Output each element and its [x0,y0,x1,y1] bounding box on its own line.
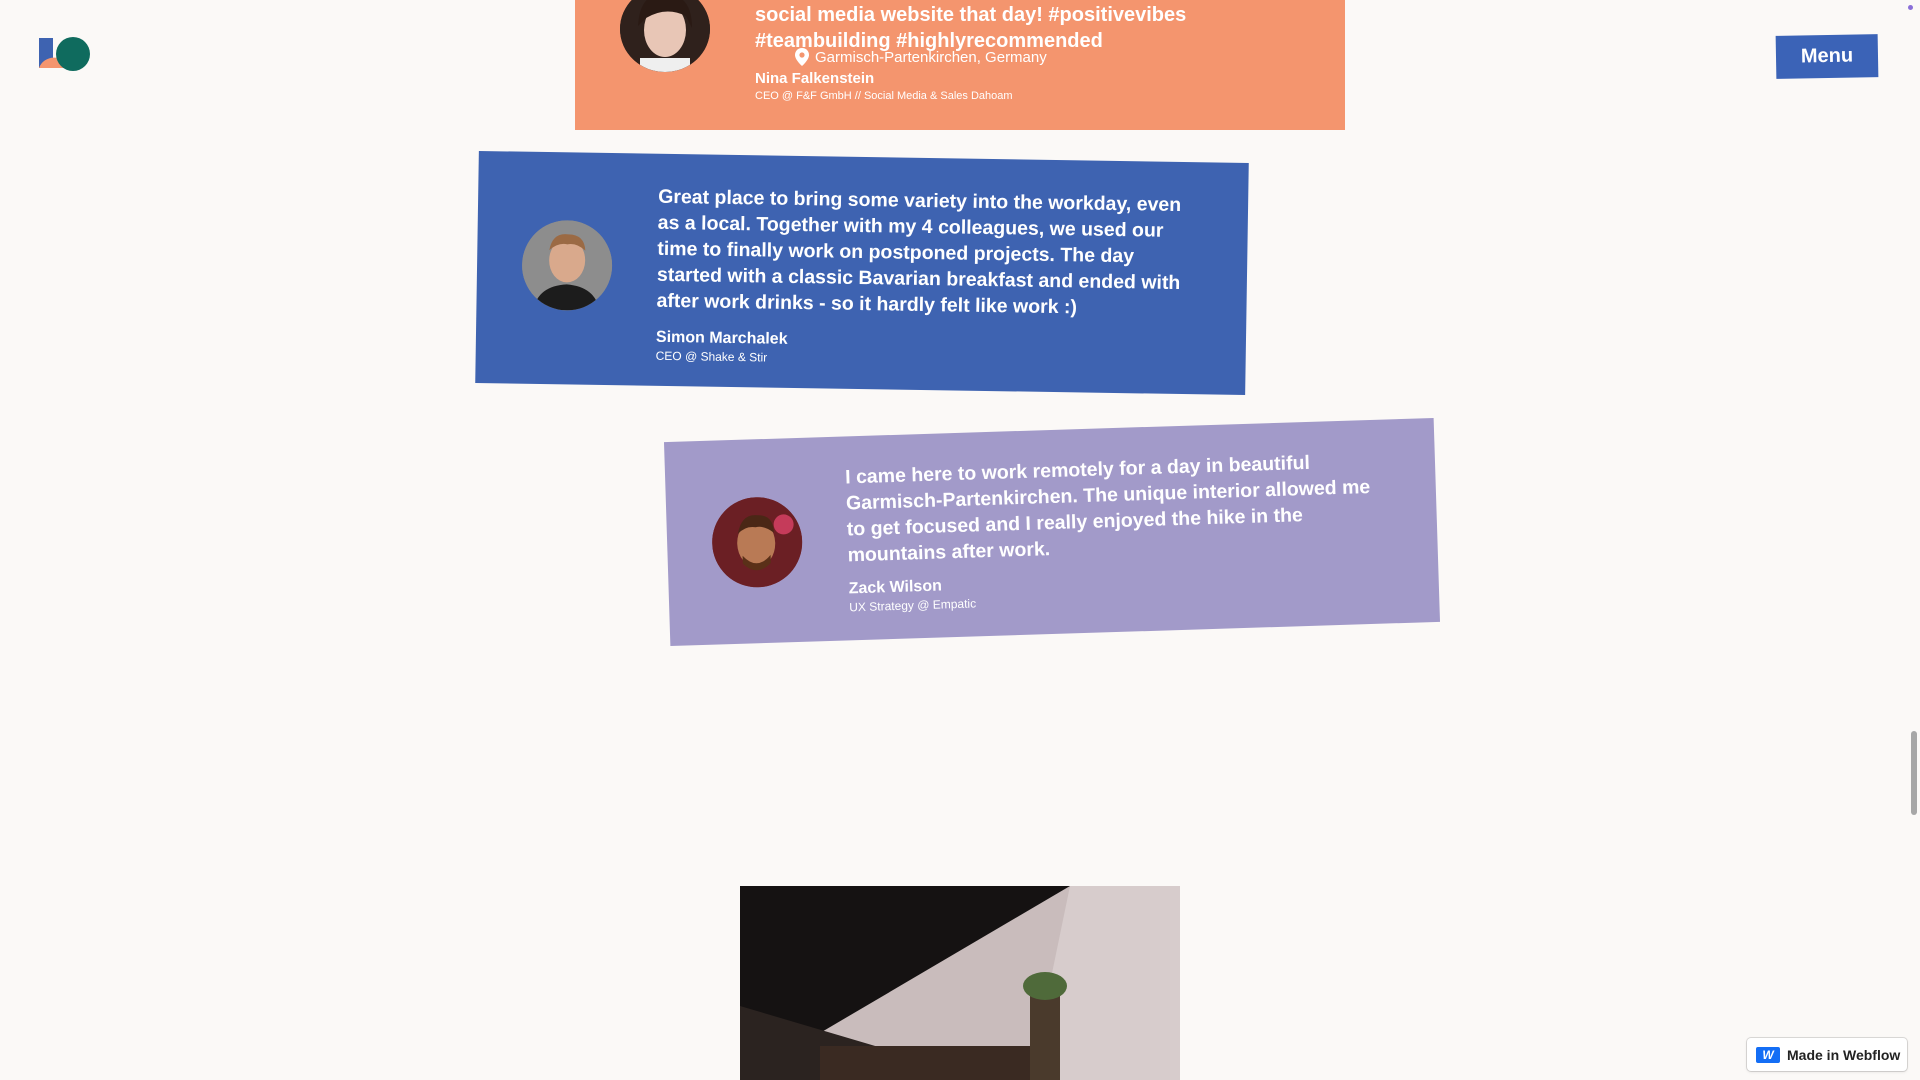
avatar [620,0,710,72]
studio-logo-icon [39,37,90,71]
testimonial-role: CEO @ Shake & Stir [655,348,768,365]
webflow-logo-icon: W [1756,1046,1780,1063]
location-label: Garmisch-Partenkirchen, Germany [815,48,1047,66]
testimonial-name: Nina Falkenstein [755,70,875,87]
testimonial-card-simon: Great place to bring some variety into t… [475,150,1249,396]
location: Garmisch-Partenkirchen, Germany [795,48,1047,66]
testimonial-card-nina: social media website that day! #positive… [575,0,1345,130]
testimonial-name: Simon Marchalek [655,328,788,348]
testimonial-quote: social media website that day! #positive… [755,4,1187,52]
badge-label: Made in Webflow [1787,1046,1901,1063]
scrollbar-thumb[interactable] [1911,731,1917,815]
made-in-webflow-badge[interactable]: W Made in Webflow [1747,1038,1907,1071]
testimonial-card-zack: I came here to work remotely for a day i… [663,417,1441,647]
testimonial-quote: I came here to work remotely for a day i… [844,451,1371,567]
interior-photo [740,886,1180,1080]
avatar [710,495,804,589]
testimonial-name: Zack Wilson [848,577,943,598]
testimonial-quote: Great place to bring some variety into t… [656,185,1182,319]
avatar [521,219,613,312]
location-pin-icon [795,48,809,66]
indicator-dot [1908,5,1913,10]
testimonial-role: CEO @ F&F GmbH // Social Media & Sales D… [755,90,1013,102]
menu-button[interactable]: Menu [1775,34,1879,79]
testimonial-role: UX Strategy @ Empatic [849,596,977,615]
site-logo[interactable] [39,36,95,76]
